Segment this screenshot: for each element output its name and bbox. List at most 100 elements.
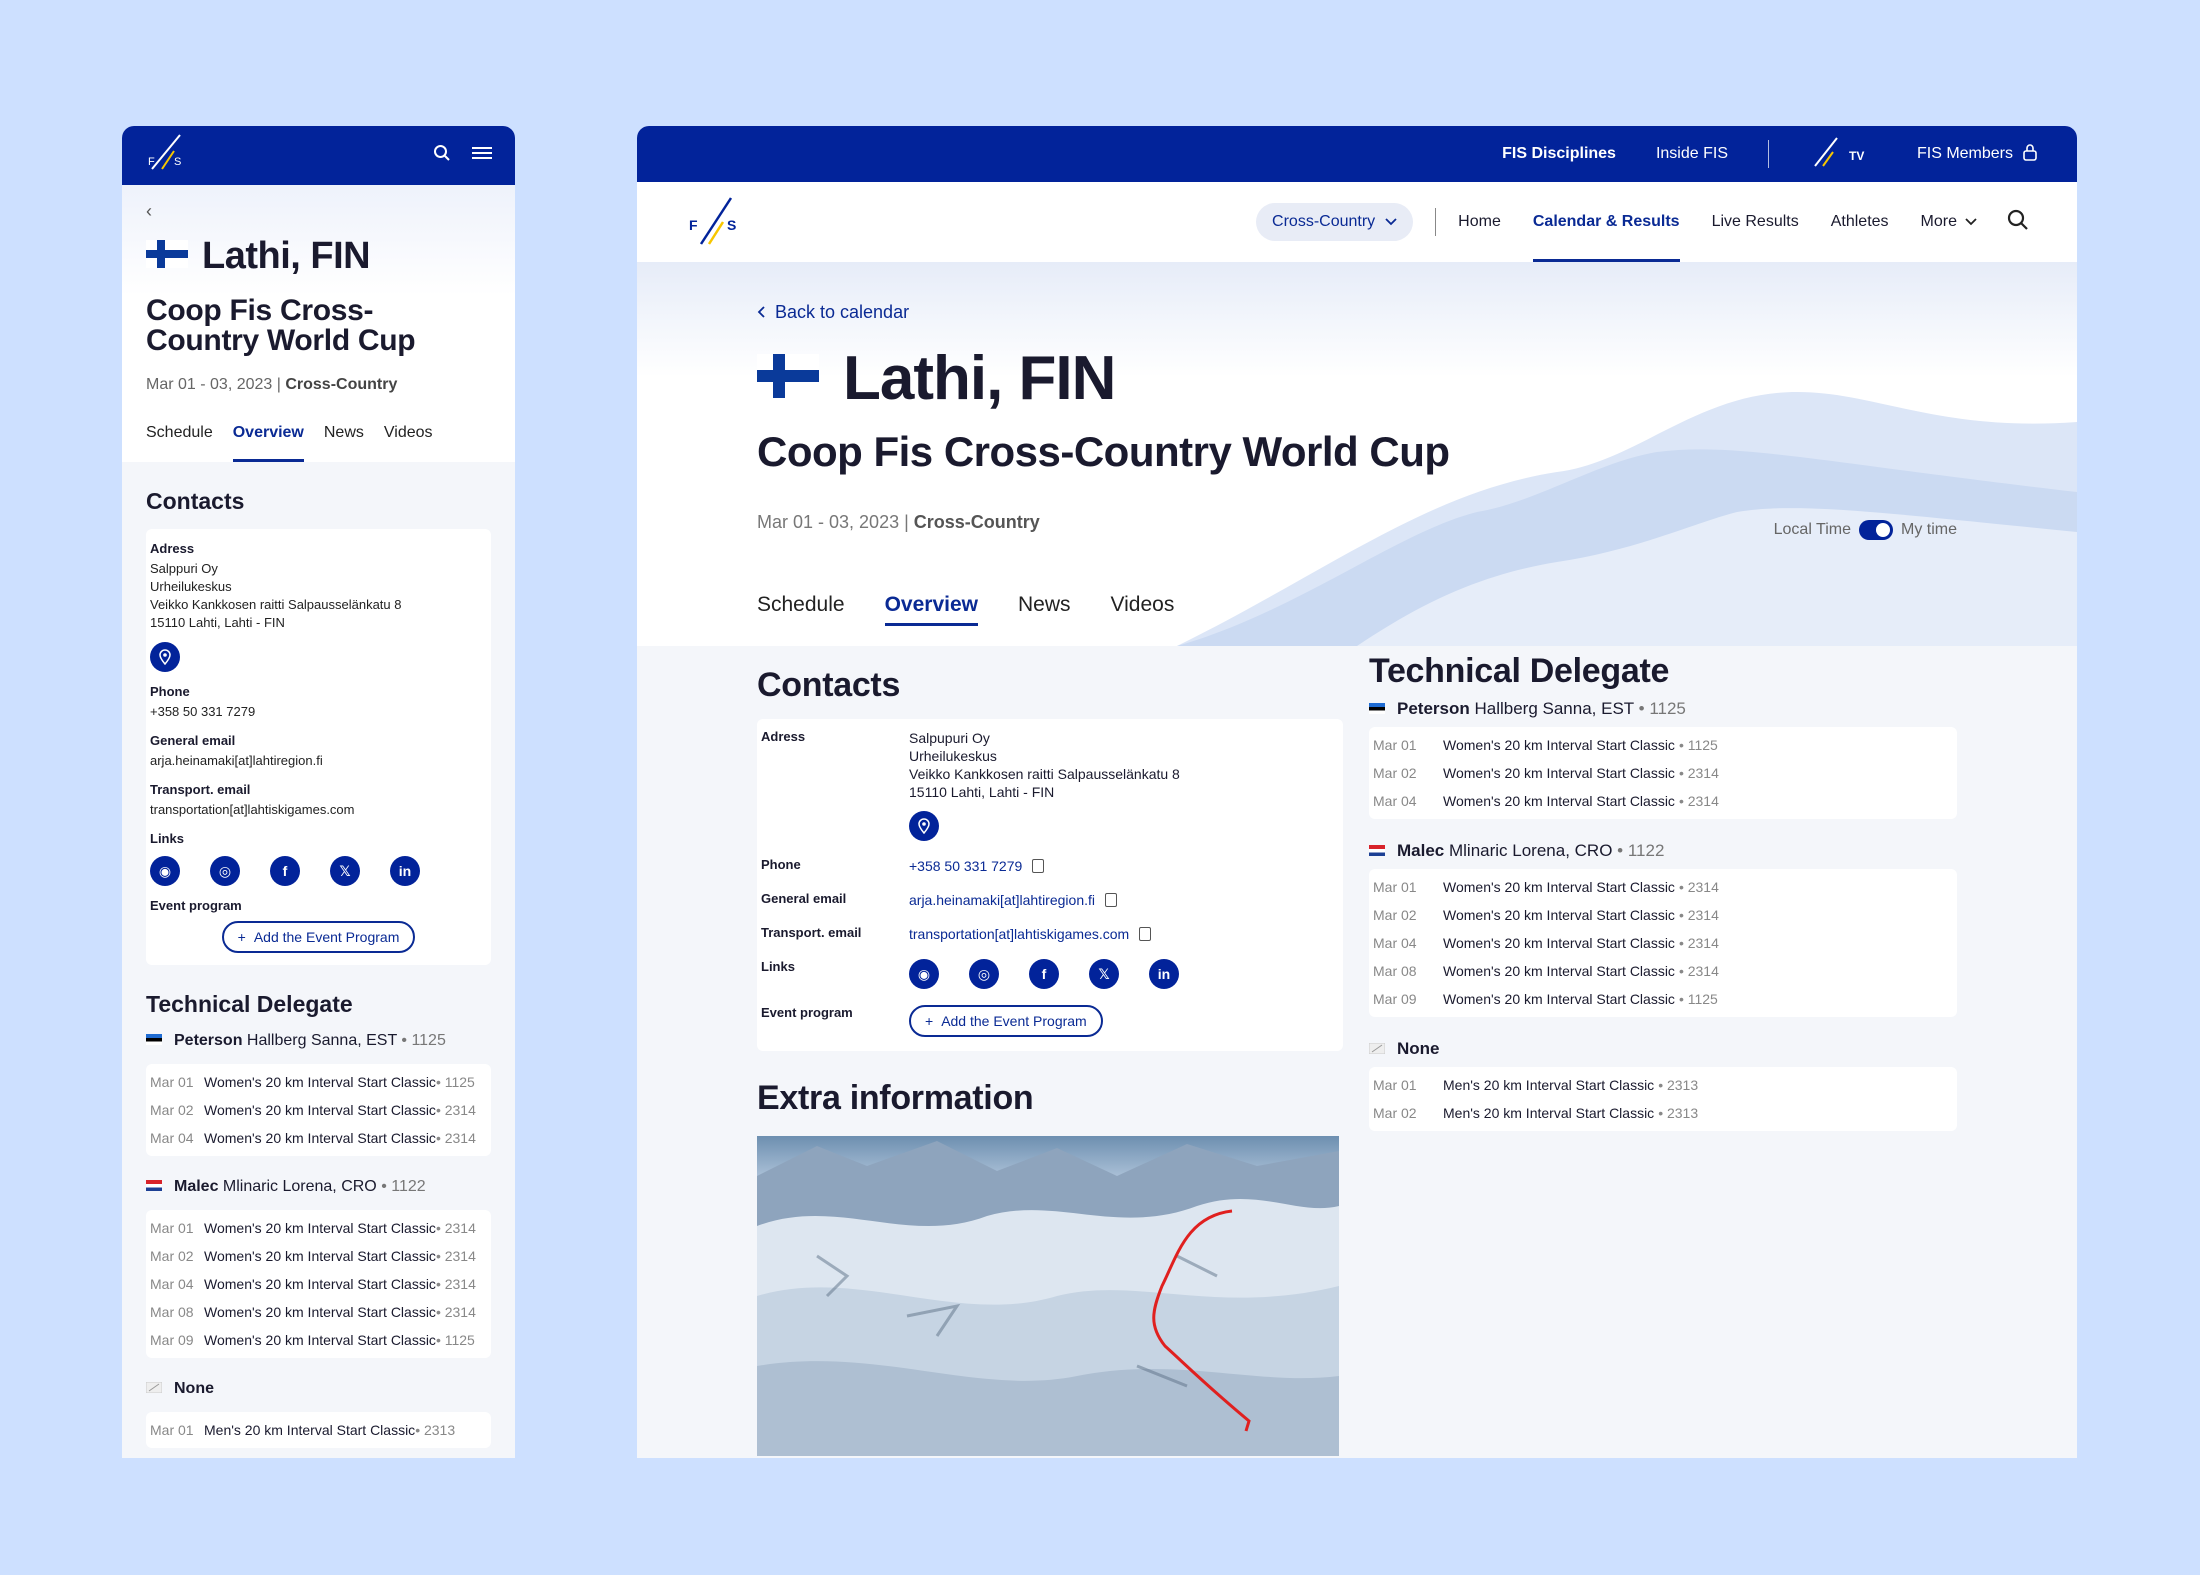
back-icon[interactable]: ‹ <box>146 201 491 223</box>
nav-live-results[interactable]: Live Results <box>1712 182 1799 262</box>
race-row[interactable]: Mar 01 Women's 20 km Interval Start Class… <box>1373 731 1953 759</box>
race-row[interactable]: Mar 04 Women's 20 km Interval Start Class… <box>1373 787 1953 815</box>
map-pin-icon[interactable] <box>909 811 939 841</box>
race-number-value: 2314 <box>1687 907 1719 923</box>
address-label: Adress <box>150 541 195 556</box>
delegate-last-name: Peterson <box>1397 699 1470 718</box>
event-program-label: Event program <box>150 898 242 913</box>
menu-icon[interactable] <box>471 145 493 166</box>
race-date: Mar 02 <box>150 1102 194 1118</box>
mobile-header: ‹ Lathi, FIN Coop Fis Cross-Country Worl… <box>122 185 515 462</box>
linkedin-icon[interactable]: in <box>390 856 420 886</box>
delegate-last-name: Malec <box>1397 841 1445 860</box>
address-line: Veikko Kankkosen raitti Salpausselänkatu… <box>150 597 402 612</box>
phone-value[interactable]: +358 50 331 7279 <box>150 703 487 721</box>
event-title: Coop Fis Cross-Country World Cup <box>146 294 416 357</box>
copy-icon[interactable] <box>1139 927 1152 941</box>
tab-overview[interactable]: Overview <box>884 593 978 626</box>
fis-logo-icon[interactable]: FS <box>144 129 192 182</box>
race-row[interactable]: Mar 08 Women's 20 km Interval Start Class… <box>150 1298 487 1326</box>
nav-calendar-results[interactable]: Calendar & Results <box>1532 182 1680 262</box>
x-twitter-icon[interactable]: 𝕏 <box>1089 959 1119 989</box>
race-row[interactable]: Mar 04 Women's 20 km Interval Start Class… <box>150 1124 487 1152</box>
fis-disciplines-link[interactable]: FIS Disciplines <box>1502 145 1616 163</box>
event-program-label: Event program <box>761 1005 853 1020</box>
tab-news[interactable]: News <box>324 418 364 462</box>
fis-members-link[interactable]: FIS Members <box>1917 143 2037 166</box>
add-event-program-button[interactable]: + Add the Event Program <box>221 921 416 953</box>
race-row[interactable]: Mar 02 Women's 20 km Interval Start Class… <box>150 1096 487 1124</box>
contacts-card: Adress Salpupuri Oy Urheilukeskus Veikko… <box>757 719 1343 1051</box>
x-twitter-icon[interactable]: 𝕏 <box>330 856 360 886</box>
race-row[interactable]: Mar 01 Women's 20 km Interval Start Class… <box>1373 873 1953 901</box>
tab-overview[interactable]: Overview <box>232 418 304 462</box>
delegate-name: None <box>1368 1039 1957 1059</box>
tab-videos[interactable]: Videos <box>384 418 433 462</box>
race-number: • 2314 <box>1678 793 1719 809</box>
general-email-label: General email <box>761 891 847 906</box>
delegate-last-name: Malec <box>174 1178 219 1195</box>
race-number-value: 2314 <box>444 1102 476 1118</box>
race-row[interactable]: Mar 01 Women's 20 km Interval Start Class… <box>150 1214 487 1242</box>
race-number-value: 2314 <box>1687 765 1719 781</box>
divider <box>1767 140 1769 168</box>
race-row[interactable]: Mar 04 Women's 20 km Interval Start Class… <box>150 1270 487 1298</box>
race-row[interactable]: Mar 02 Men's 20 km Interval Start Classic… <box>1373 1099 1953 1127</box>
globe-icon[interactable]: ◉ <box>150 856 180 886</box>
search-icon[interactable] <box>2007 209 2029 236</box>
instagram-icon[interactable]: ◎ <box>969 959 999 989</box>
race-row[interactable]: Mar 01 Women's 20 km Interval Start Class… <box>150 1068 487 1096</box>
general-email-value[interactable]: arja.heinamaki[at]lahtiregion.fi <box>150 752 487 770</box>
race-row[interactable]: Mar 09 Women's 20 km Interval Start Class… <box>150 1326 487 1354</box>
instagram-icon[interactable]: ◎ <box>210 856 240 886</box>
copy-icon[interactable] <box>1032 859 1045 873</box>
nav-athletes[interactable]: Athletes <box>1831 182 1889 262</box>
delegate-number-value: 1125 <box>1649 699 1686 718</box>
mobile-body: Contacts Adress Salppuri Oy Urheilukesku… <box>122 462 515 1458</box>
links-label: Links <box>761 959 795 974</box>
race-row[interactable]: Mar 09 Women's 20 km Interval Start Class… <box>1373 985 1953 1013</box>
map-pin-icon[interactable] <box>150 642 180 672</box>
race-number: • 2313 <box>415 1422 456 1438</box>
race-date: Mar 01 <box>1373 879 1417 895</box>
nav-more[interactable]: More <box>1921 182 1977 262</box>
linkedin-icon[interactable]: in <box>1149 959 1179 989</box>
race-row[interactable]: Mar 01 Men's 20 km Interval Start Classic… <box>1373 1071 1953 1099</box>
facebook-icon[interactable]: f <box>1029 959 1059 989</box>
social-links: ◉ ◎ f 𝕏 in <box>150 856 487 886</box>
tab-news[interactable]: News <box>1018 593 1071 626</box>
discipline-select[interactable]: Cross-Country <box>1256 203 1414 241</box>
copy-icon[interactable] <box>1105 893 1117 907</box>
time-toggle-switch[interactable] <box>1859 520 1893 540</box>
transport-email-value[interactable]: transportation[at]lahtiskigames.com <box>909 925 1129 943</box>
tab-schedule[interactable]: Schedule <box>146 418 213 462</box>
inside-fis-link[interactable]: Inside FIS <box>1656 145 1728 163</box>
race-number-value: 2314 <box>1687 879 1719 895</box>
tab-schedule[interactable]: Schedule <box>757 593 845 626</box>
race-row[interactable]: Mar 02 Women's 20 km Interval Start Class… <box>1373 901 1953 929</box>
transport-email-value[interactable]: transportation[at]lahtiskigames.com <box>150 801 487 819</box>
general-email-row: General email arja.heinamaki[at]lahtireg… <box>761 891 1339 909</box>
race-row[interactable]: Mar 04 Women's 20 km Interval Start Class… <box>1373 929 1953 957</box>
chevron-left-icon <box>757 302 765 323</box>
globe-icon[interactable]: ◉ <box>909 959 939 989</box>
contacts-heading: Contacts <box>146 488 245 514</box>
phone-row: Phone +358 50 331 7279 <box>761 857 1339 875</box>
race-row[interactable]: Mar 02 Women's 20 km Interval Start Class… <box>150 1242 487 1270</box>
general-email-value[interactable]: arja.heinamaki[at]lahtiregion.fi <box>909 891 1095 909</box>
race-row[interactable]: Mar 08 Women's 20 km Interval Start Class… <box>1373 957 1953 985</box>
fis-logo-icon[interactable]: FS <box>687 190 747 255</box>
tab-videos[interactable]: Videos <box>1111 593 1175 626</box>
race-number-value: 1125 <box>1687 737 1718 753</box>
race-row[interactable]: Mar 01 Men's 20 km Interval Start Classic… <box>150 1416 487 1444</box>
race-row[interactable]: Mar 02 Women's 20 km Interval Start Class… <box>1373 759 1953 787</box>
add-event-program-button[interactable]: + Add the Event Program <box>909 1005 1103 1037</box>
event-meta: Mar 01 - 03, 2023 | Cross-Country <box>146 376 398 393</box>
phone-value[interactable]: +358 50 331 7279 <box>909 857 1022 875</box>
back-to-calendar-link[interactable]: Back to calendar <box>757 302 2077 323</box>
facebook-icon[interactable]: f <box>270 856 300 886</box>
fis-tv-logo-icon[interactable]: TV <box>1809 134 1877 175</box>
race-name: Women's 20 km Interval Start Classic <box>204 1130 436 1146</box>
search-icon[interactable] <box>433 144 451 167</box>
nav-home[interactable]: Home <box>1458 182 1501 262</box>
